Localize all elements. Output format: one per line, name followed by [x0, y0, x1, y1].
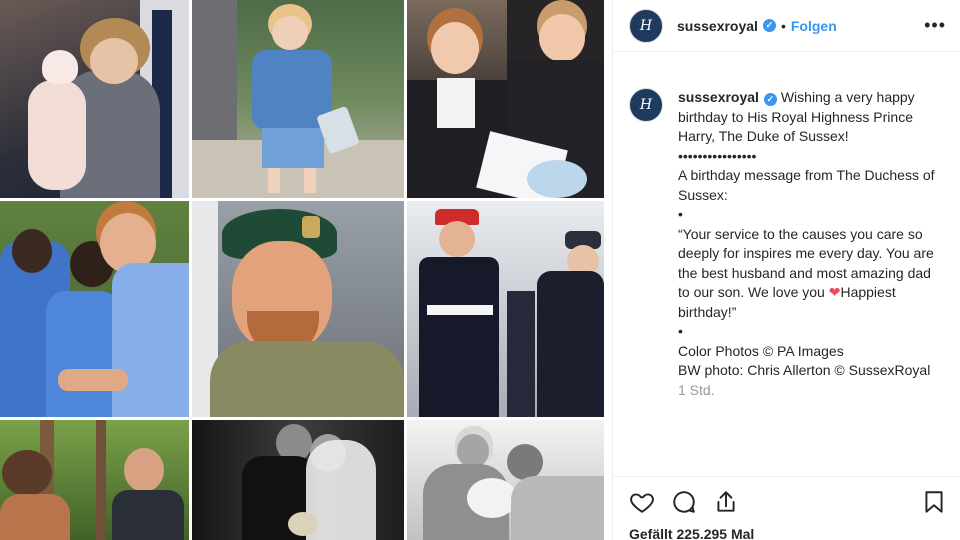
photo-baby-bw	[407, 420, 604, 540]
photo-collage	[0, 0, 604, 540]
photo-military-parade	[407, 201, 604, 417]
photo-diana-baby	[0, 0, 189, 198]
post-timestamp[interactable]: 1 Std.	[678, 381, 945, 401]
red-heart-icon: ❤	[828, 284, 841, 300]
photo-harry-beret	[192, 201, 404, 417]
caption-bullet: •	[678, 323, 683, 339]
action-bar: Gefällt 225.295 Mal	[613, 476, 960, 540]
separator-dot: •	[780, 17, 786, 34]
follow-button[interactable]: Folgen	[791, 18, 837, 34]
caption-dots: ••••••••••••••••	[678, 147, 757, 164]
heart-icon[interactable]	[629, 489, 655, 515]
caption-line2: A birthday message from The Duchess of S…	[678, 167, 935, 203]
caption-avatar[interactable]: H	[629, 88, 663, 122]
photo-jungle	[0, 420, 189, 540]
bookmark-icon[interactable]	[921, 489, 947, 515]
avatar[interactable]: H	[629, 8, 663, 43]
username-link[interactable]: sussexroyal	[677, 18, 758, 34]
caption-credit2: BW photo: Chris Allerton © SussexRoyal	[678, 362, 931, 378]
photo-wedding	[192, 420, 404, 540]
avatar-monogram: H	[639, 97, 653, 113]
photo-young-harry	[192, 0, 404, 198]
verified-badge-icon: ✓	[762, 19, 776, 32]
post-header: H sussexroyal ✓ • Folgen •••	[613, 0, 960, 52]
more-options-icon[interactable]: •••	[924, 15, 946, 36]
caption: sussexroyal ✓ Wishing a very happy birthd…	[678, 88, 945, 400]
comment-icon[interactable]	[671, 489, 697, 515]
verified-badge-icon: ✓	[763, 93, 777, 106]
caption-credit1: Color Photos © PA Images	[678, 342, 844, 359]
photo-princes-teen	[407, 0, 604, 198]
caption-username-link[interactable]: sussexroyal	[678, 89, 759, 105]
photo-harry-children	[0, 201, 189, 417]
post-sidebar: H sussexroyal ✓ • Folgen ••• H sussexroy…	[612, 0, 960, 540]
avatar-monogram: H	[639, 17, 653, 34]
caption-bullet: •	[678, 206, 683, 222]
caption-area: H sussexroyal ✓ Wishing a very happy birt…	[613, 88, 960, 400]
likes-count[interactable]: Gefällt 225.295 Mal	[629, 526, 947, 540]
share-icon[interactable]	[713, 489, 739, 515]
